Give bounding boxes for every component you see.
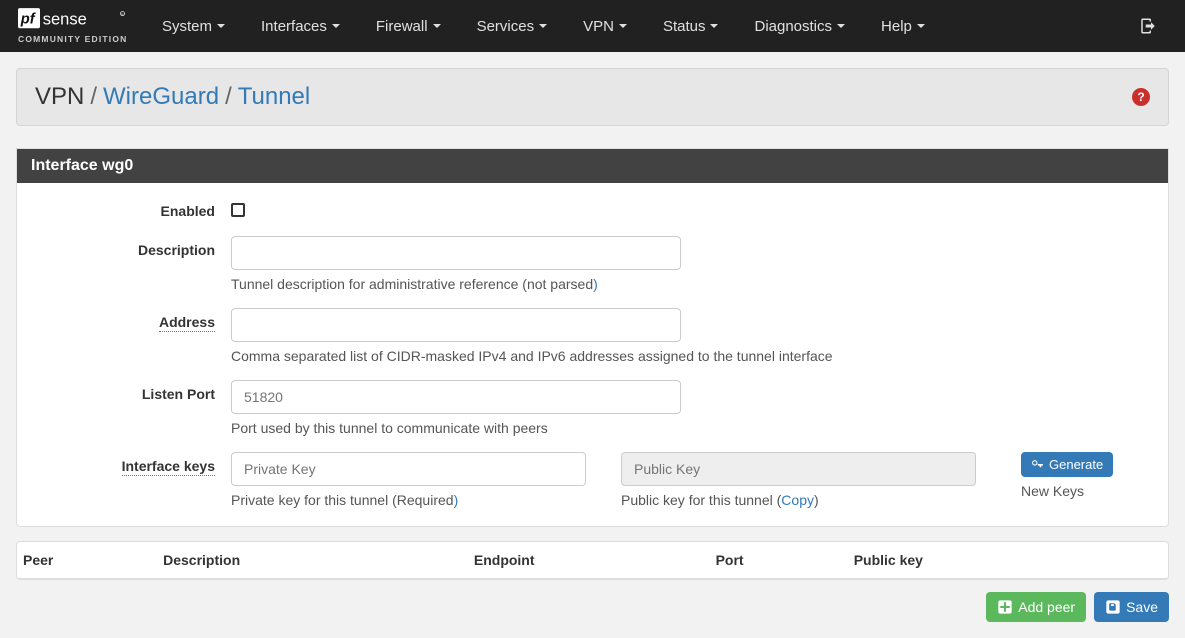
th-endpoint: Endpoint bbox=[466, 542, 708, 579]
logout-button[interactable] bbox=[1129, 7, 1167, 45]
help-icon[interactable]: ? bbox=[1132, 88, 1150, 106]
logo-subtitle: COMMUNITY EDITION bbox=[18, 34, 128, 44]
interface-panel: Interface wg0 Enabled Description Tunnel… bbox=[16, 148, 1169, 527]
row-enabled: Enabled bbox=[31, 197, 1154, 220]
address-help: Comma separated list of CIDR-masked IPv4… bbox=[231, 348, 1154, 364]
public-key-input[interactable] bbox=[621, 452, 976, 486]
row-address: Address Comma separated list of CIDR-mas… bbox=[31, 308, 1154, 364]
table-header-row: Peer Description Endpoint Port Public ke… bbox=[17, 542, 1168, 579]
panel-title: Interface wg0 bbox=[17, 149, 1168, 183]
label-interface-keys: Interface keys bbox=[122, 458, 215, 476]
chevron-down-icon bbox=[217, 24, 225, 28]
new-keys-label: New Keys bbox=[1021, 483, 1113, 499]
logo[interactable]: pf sense R COMMUNITY EDITION bbox=[18, 8, 128, 44]
label-listen-port: Listen Port bbox=[31, 380, 231, 402]
th-description: Description bbox=[155, 542, 466, 579]
th-peer: Peer bbox=[17, 542, 155, 579]
nav-status[interactable]: Status bbox=[645, 4, 737, 49]
row-interface-keys: Interface keys Private key for this tunn… bbox=[31, 452, 1154, 508]
copy-link[interactable]: Copy bbox=[781, 492, 814, 508]
private-key-input[interactable] bbox=[231, 452, 586, 486]
plus-icon bbox=[997, 599, 1013, 615]
th-public-key: Public key bbox=[846, 542, 1168, 579]
chevron-down-icon bbox=[433, 24, 441, 28]
nav-firewall[interactable]: Firewall bbox=[358, 4, 459, 49]
save-icon bbox=[1105, 599, 1121, 615]
label-address: Address bbox=[159, 314, 215, 332]
label-description: Description bbox=[31, 236, 231, 258]
address-input[interactable] bbox=[231, 308, 681, 342]
peers-table: Peer Description Endpoint Port Public ke… bbox=[16, 541, 1169, 580]
nav-help[interactable]: Help bbox=[863, 4, 943, 49]
label-enabled: Enabled bbox=[31, 197, 231, 219]
svg-text:pf: pf bbox=[20, 12, 37, 28]
svg-text:sense: sense bbox=[43, 11, 87, 29]
enabled-checkbox[interactable] bbox=[231, 203, 245, 217]
nav-services[interactable]: Services bbox=[459, 4, 566, 49]
nav-items: System Interfaces Firewall Services VPN … bbox=[144, 4, 1129, 49]
nav-interfaces[interactable]: Interfaces bbox=[243, 4, 358, 49]
top-navbar: pf sense R COMMUNITY EDITION System Inte… bbox=[0, 0, 1185, 52]
row-listen-port: Listen Port Port used by this tunnel to … bbox=[31, 380, 1154, 436]
chevron-down-icon bbox=[539, 24, 547, 28]
chevron-down-icon bbox=[917, 24, 925, 28]
generate-button[interactable]: Generate bbox=[1021, 452, 1113, 477]
nav-diagnostics[interactable]: Diagnostics bbox=[736, 4, 863, 49]
listen-port-input[interactable] bbox=[231, 380, 681, 414]
svg-text:R: R bbox=[122, 12, 124, 16]
logout-icon bbox=[1139, 17, 1157, 35]
private-key-help: Private key for this tunnel (Required) bbox=[231, 492, 591, 508]
public-key-help: Public key for this tunnel (Copy) bbox=[621, 492, 981, 508]
breadcrumb: VPN / WireGuard / Tunnel bbox=[35, 83, 1132, 111]
chevron-down-icon bbox=[837, 24, 845, 28]
save-button[interactable]: Save bbox=[1094, 592, 1169, 622]
breadcrumb-wireguard[interactable]: WireGuard bbox=[103, 83, 219, 111]
listen-port-help: Port used by this tunnel to communicate … bbox=[231, 420, 1154, 436]
add-peer-button[interactable]: Add peer bbox=[986, 592, 1086, 622]
breadcrumb-tunnel[interactable]: Tunnel bbox=[238, 83, 311, 111]
nav-vpn[interactable]: VPN bbox=[565, 4, 645, 49]
nav-system[interactable]: System bbox=[144, 4, 243, 49]
chevron-down-icon bbox=[332, 24, 340, 28]
page-header: VPN / WireGuard / Tunnel ? bbox=[16, 68, 1169, 126]
description-help: Tunnel description for administrative re… bbox=[231, 276, 1154, 292]
pfsense-logo-icon: pf sense R bbox=[18, 8, 128, 32]
chevron-down-icon bbox=[710, 24, 718, 28]
key-icon bbox=[1031, 458, 1044, 471]
chevron-down-icon bbox=[619, 24, 627, 28]
breadcrumb-root: VPN bbox=[35, 83, 84, 111]
action-buttons: Add peer Save bbox=[16, 592, 1169, 622]
description-input[interactable] bbox=[231, 236, 681, 270]
row-description: Description Tunnel description for admin… bbox=[31, 236, 1154, 292]
th-port: Port bbox=[708, 542, 846, 579]
